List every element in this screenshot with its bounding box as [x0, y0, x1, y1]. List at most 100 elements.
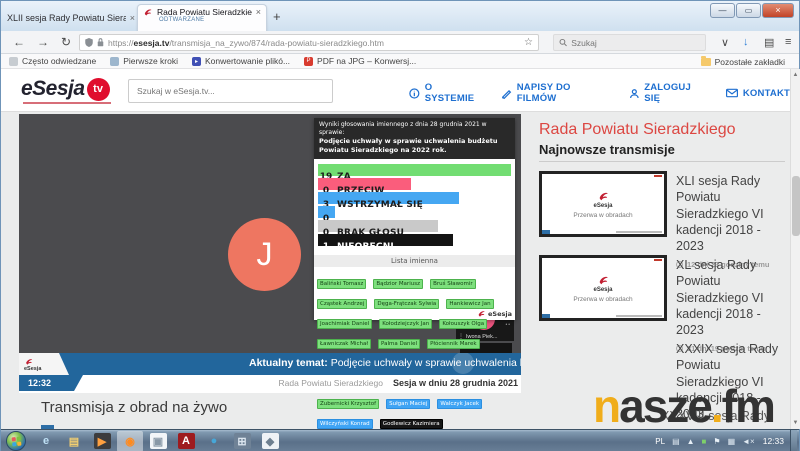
- session-info-strip: 12:32 Rada Powiatu Sieradzkiego Sesja w …: [19, 375, 521, 393]
- site-search[interactable]: [128, 79, 333, 103]
- other-bookmarks-button[interactable]: Pozostałe zakładki: [701, 57, 785, 67]
- start-button[interactable]: [6, 431, 26, 451]
- vote-row: 0BRAK GŁOSU: [318, 220, 511, 232]
- address-bar[interactable]: https://esesja.tv/transmisja_na_zywo/874…: [79, 34, 539, 51]
- councilor-chip: Płóciennik Marek: [427, 339, 479, 349]
- speaker-avatar: J: [228, 218, 301, 291]
- close-button[interactable]: ×: [762, 3, 794, 18]
- video-timestamp: 12:32: [19, 375, 83, 391]
- taskbar-adobe-reader-icon[interactable]: A: [173, 431, 199, 451]
- restore-button[interactable]: ▭: [736, 3, 761, 18]
- thumb-blue-chip: [542, 314, 550, 318]
- nav-about-system[interactable]: O SYSTEMIE: [409, 82, 483, 104]
- transmission-title[interactable]: XL sesja Rady Powiatu Sieradzkiego VI ka…: [676, 257, 789, 338]
- transmission-item[interactable]: eSesja Przerwa w obradach XL sesja Rady …: [539, 255, 789, 321]
- bookmarks-bar: Często odwiedzane Pierwsze kroki ▸ Konwe…: [1, 54, 799, 69]
- taskbar-firefox-icon[interactable]: ◉: [117, 431, 143, 451]
- tray-action-center-flag-icon[interactable]: ⚑: [713, 437, 720, 446]
- taskbar-clock[interactable]: 12:33: [763, 436, 784, 446]
- back-button[interactable]: ←: [13, 35, 25, 49]
- page-scrollbar[interactable]: ▲ ▼: [790, 69, 800, 429]
- scroll-up-arrow[interactable]: ▲: [791, 72, 800, 78]
- sidebar-subtitle: Najnowsze transmisje: [539, 142, 675, 157]
- councilor-chip: Kołouszyk Olga: [439, 319, 487, 329]
- tray-status-icon[interactable]: ■: [702, 437, 707, 446]
- page-title: Transmisja z obrad na żywo: [41, 399, 227, 416]
- folder-icon: [701, 58, 711, 66]
- transmission-thumbnail[interactable]: eSesja Przerwa w obradach: [539, 171, 667, 237]
- bookmark-item[interactable]: P PDF na JPG – Konwersj...: [304, 56, 416, 66]
- vote-row: 3WSTRZYMAŁ SIĘ: [318, 192, 511, 204]
- thumb-footer-line: [616, 315, 662, 317]
- councilor-chip: Joachimiak Daniel: [317, 319, 372, 329]
- councilor-chip: Dęga-Frątczak Sylwia: [374, 299, 439, 309]
- taskbar-globe-app-icon[interactable]: ●: [201, 431, 227, 451]
- divider: [539, 161, 785, 162]
- bookmark-star-icon[interactable]: ☆: [524, 37, 533, 48]
- vote-row: 0PRZECIW: [318, 178, 511, 190]
- tray-network-icon[interactable]: ▦: [728, 437, 736, 446]
- logo-tagline: [23, 102, 111, 104]
- tab-close-icon[interactable]: ×: [256, 7, 261, 17]
- menu-hamburger-icon[interactable]: ≡: [785, 36, 791, 48]
- taskbar-media-player-icon[interactable]: ▶: [89, 431, 115, 451]
- councilor-chip: Hankiewicz Jan: [446, 299, 493, 309]
- lock-icon: [97, 38, 104, 47]
- library-icon[interactable]: ▤: [764, 36, 774, 49]
- sidebar-council-title[interactable]: Rada Powiatu Sieradzkiego: [539, 121, 736, 139]
- shield-icon: [85, 38, 93, 47]
- transmission-title[interactable]: XLI sesja Rady Powiatu Sieradzkiego VI k…: [676, 173, 789, 254]
- download-icon[interactable]: ↓: [743, 36, 749, 48]
- reload-button[interactable]: ↻: [61, 35, 71, 49]
- tab-active[interactable]: Rada Powiatu Sieradzkiego - tra × ODTWAR…: [137, 4, 267, 31]
- vote-count: 1: [318, 241, 334, 253]
- nav-contact[interactable]: KONTAKT: [726, 82, 790, 104]
- browser-search[interactable]: [553, 34, 706, 51]
- taskbar-explorer-folder-icon[interactable]: ▤: [61, 431, 87, 451]
- councilor-chip: Palma Daniel: [378, 339, 420, 349]
- browser-search-input[interactable]: [571, 38, 700, 48]
- thumb-blue-chip: [542, 230, 550, 234]
- councilor-chip: Sułgan Maciej: [386, 399, 430, 409]
- site-search-input[interactable]: [137, 86, 324, 96]
- scroll-down-arrow[interactable]: ▼: [791, 420, 800, 426]
- tray-volume-muted-icon[interactable]: ◄×: [742, 437, 755, 446]
- transmission-item[interactable]: eSesja Przerwa w obradach XLI sesja Rady…: [539, 171, 789, 237]
- tab-close-icon[interactable]: ×: [130, 13, 135, 23]
- esesja-favicon: [143, 7, 153, 17]
- bookmark-item[interactable]: ▸ Konwertowanie plikó...: [192, 56, 290, 66]
- windows-flag-icon: [11, 436, 21, 446]
- url-text: https://esesja.tv/transmisja_na_zywo/874…: [108, 38, 520, 48]
- taskbar-remote-desktop-icon[interactable]: ⊞: [229, 431, 255, 451]
- bookmark-item[interactable]: Często odwiedzane: [9, 56, 96, 66]
- thumb-caption: Przerwa w obradach: [573, 296, 632, 303]
- tray-language-pl[interactable]: PL: [655, 437, 665, 446]
- pocket-icon[interactable]: ∨: [721, 36, 729, 49]
- taskbar-internet-explorer-icon[interactable]: e: [33, 431, 59, 451]
- minimize-button[interactable]: —: [710, 3, 735, 18]
- transmission-thumbnail[interactable]: eSesja Przerwa w obradach: [539, 255, 667, 321]
- taskbar-utility-icon[interactable]: ◆: [257, 431, 283, 451]
- vote-row: 0: [318, 206, 511, 218]
- taskbar-photo-viewer-icon[interactable]: ▣: [145, 431, 171, 451]
- nav-login[interactable]: ZALOGUJ SIĘ: [629, 82, 708, 104]
- envelope-icon: [726, 88, 738, 98]
- system-tray: PL ▤ ▲ ■ ⚑ ▦ ◄×: [655, 437, 758, 446]
- tab-inactive[interactable]: XLII sesja Rady Powiatu Sieradzkiego ×: [7, 8, 135, 28]
- esesja-tv-logo[interactable]: eSesja tv: [21, 77, 110, 101]
- new-tab-button[interactable]: +: [273, 9, 281, 24]
- bookmark-item[interactable]: Pierwsze kroki: [110, 56, 178, 66]
- show-desktop-button[interactable]: [790, 430, 797, 451]
- councilor-chip: Cząstek Andrzej: [317, 299, 367, 309]
- vote-row: 19ZA: [318, 164, 511, 176]
- scrollbar-thumb[interactable]: [792, 176, 800, 236]
- nav-subtitles[interactable]: NAPISY DO FILMÓW: [501, 82, 610, 104]
- tray-desktop-icon[interactable]: ▤: [672, 437, 680, 446]
- thumb-footer-line: [616, 231, 662, 233]
- bookmark-favicon: ▸: [192, 57, 201, 66]
- tray-hidden-icons-arrow[interactable]: ▲: [687, 437, 695, 446]
- councilor-chip: Wilczyński Konrad: [317, 419, 373, 429]
- forward-button[interactable]: →: [37, 35, 49, 49]
- thumb-marker: [654, 175, 662, 177]
- councilor-chip: Godlewicz Kazimiera: [380, 419, 443, 429]
